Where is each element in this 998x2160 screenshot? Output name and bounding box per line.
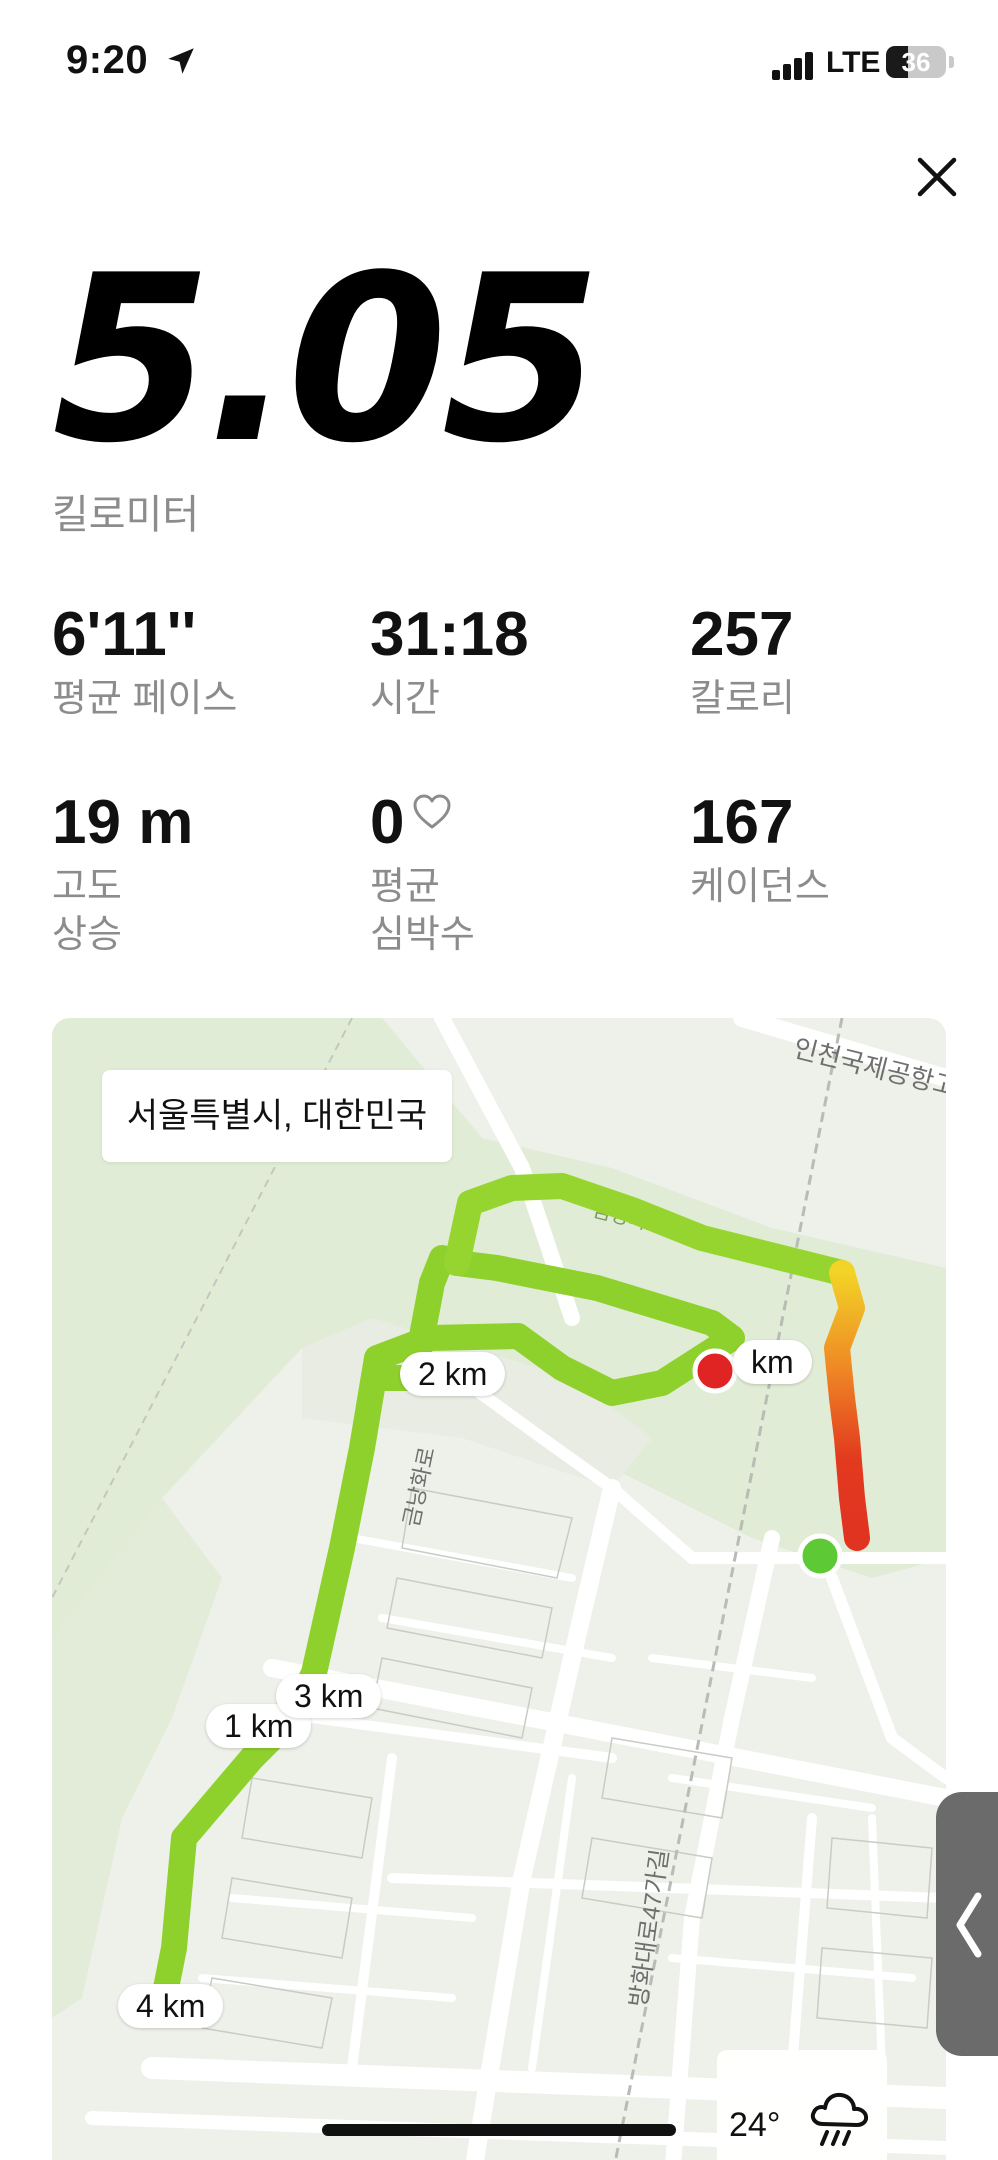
- stat-label: 시간: [370, 678, 440, 720]
- route-end-marker: [692, 1348, 738, 1394]
- status-bar: 9:20 LTE 36: [0, 0, 998, 120]
- stat-label: 고도 상승: [52, 866, 122, 956]
- stat-value: 0: [370, 788, 405, 857]
- stat-avg-heart-rate: 0 평균 심박수: [370, 792, 475, 959]
- stat-elevation-gain: 19 m 고도 상승: [52, 792, 193, 959]
- status-time: 9:20: [66, 38, 149, 82]
- weather-temperature: 24°: [729, 2106, 781, 2144]
- distance-unit: 킬로미터: [52, 493, 200, 537]
- side-panel-handle[interactable]: [936, 1792, 998, 2056]
- stat-label: 평균 페이스: [52, 678, 238, 720]
- stat-calories: 257 칼로리: [690, 604, 795, 724]
- route-start-marker: [797, 1533, 843, 1579]
- stat-label: 평균 심박수: [370, 866, 475, 956]
- stat-cadence: 167 케이던스: [690, 792, 830, 912]
- stat-duration: 31:18 시간: [370, 604, 529, 724]
- stat-value-row: 0: [370, 792, 475, 854]
- stat-label: 케이던스: [690, 866, 830, 908]
- stat-avg-pace: 6'11'' 평균 페이스: [52, 604, 237, 724]
- stat-value: 6'11'': [52, 600, 197, 669]
- stat-value: 19 m: [52, 788, 194, 857]
- route-map[interactable]: 인천국제공항고 금낭화로26가길 금낭화로 방화대로47가길 서울특별시, 대한…: [52, 1018, 946, 2160]
- km-marker: 4 km: [118, 1984, 224, 2028]
- heart-icon: [413, 794, 451, 829]
- location-label: 서울특별시, 대한민국: [102, 1070, 452, 1162]
- rain-cloud-icon: [810, 2092, 869, 2146]
- network-type: LTE: [826, 46, 881, 79]
- stat-value: 31:18: [370, 600, 529, 669]
- battery-icon: 36: [886, 46, 946, 78]
- battery-cap: [949, 56, 954, 68]
- battery-level: 36: [901, 47, 931, 77]
- weather-widget: 24°: [717, 2050, 887, 2160]
- km-marker: 2 km: [400, 1352, 506, 1396]
- stat-value: 167: [690, 788, 794, 857]
- stat-label: 칼로리: [690, 678, 795, 720]
- km-marker: 3 km: [276, 1674, 382, 1718]
- km-marker: km: [733, 1340, 812, 1384]
- signal-strength-icon: [772, 50, 816, 80]
- home-indicator[interactable]: [322, 2124, 676, 2136]
- distance-value: 5.05: [52, 227, 601, 494]
- close-icon[interactable]: [910, 150, 964, 204]
- chevron-left-icon: [956, 1892, 982, 1958]
- location-arrow-icon: [168, 48, 194, 74]
- stat-value: 257: [690, 600, 794, 669]
